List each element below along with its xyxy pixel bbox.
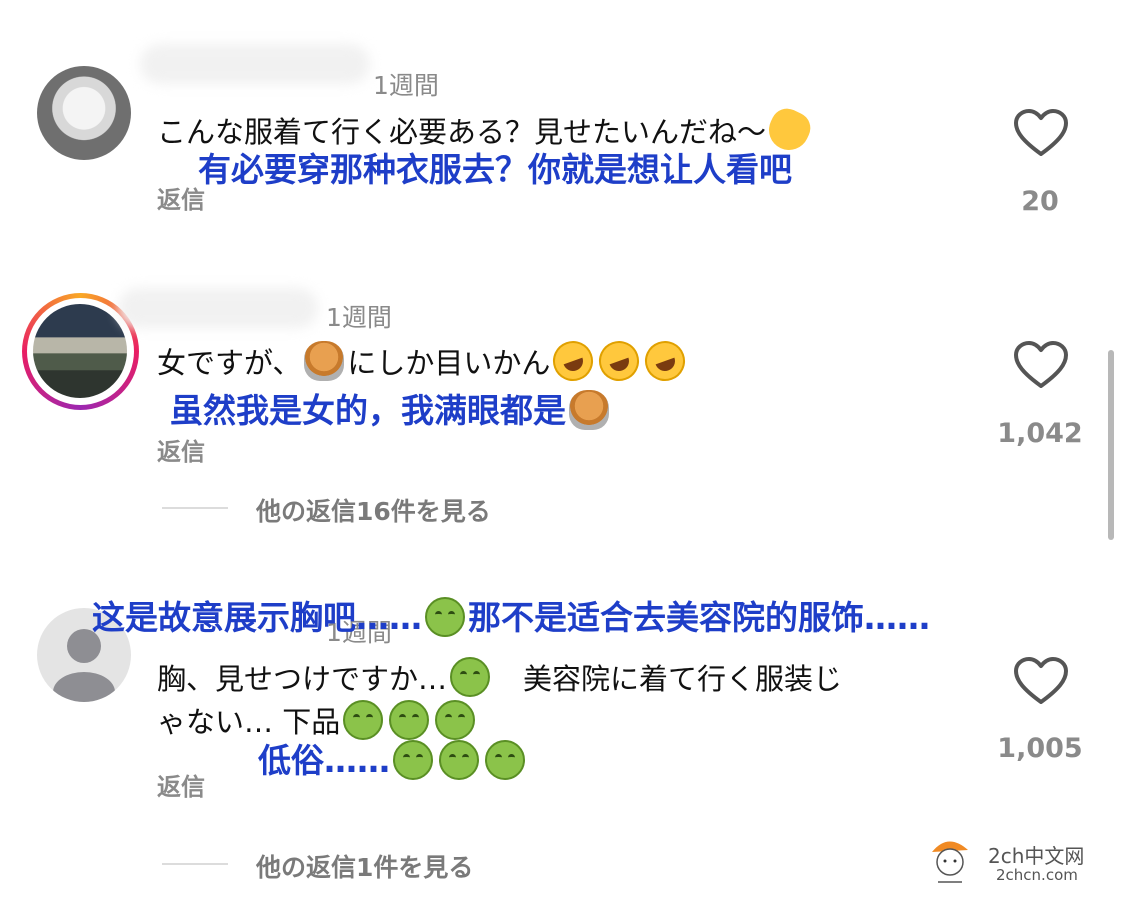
view-more-replies[interactable]: 他の返信16件を見る (256, 492, 491, 528)
like-count: 20 (1021, 186, 1059, 217)
like-heart-icon[interactable] (1013, 340, 1069, 390)
comment-translation-text: 虽然我是女的，我满眼都是 (170, 391, 566, 430)
comment-translation-bottom: 低俗…… (258, 740, 528, 782)
comment-text-line1-a: 胸、見せつけですか… (157, 662, 448, 696)
like-heart-icon[interactable] (1013, 108, 1069, 158)
pie-icon (304, 341, 345, 381)
commenter-name-blurred[interactable] (140, 44, 370, 84)
rofl-icon (593, 335, 646, 387)
translation-top-part1: 这是故意展示胸吧…… (92, 598, 422, 637)
reply-button[interactable]: 返信 (157, 767, 205, 802)
like-heart-icon[interactable] (1013, 656, 1069, 706)
nauseated-face-icon (425, 597, 465, 637)
comment-text-line1: 胸、見せつけですか… 美容院に着て行く服装じ (157, 657, 842, 700)
nauseated-face-icon (393, 740, 433, 780)
rofl-icon (547, 335, 600, 387)
reply-button[interactable]: 返信 (157, 432, 205, 467)
commenter-name-blurred[interactable] (118, 288, 318, 328)
translation-bottom-text: 低俗…… (258, 741, 390, 780)
comment-text: こんな服着て行く必要ある？見せたいんだね〜 (157, 103, 816, 157)
watermark-name: 2ch中文网 (988, 844, 1085, 868)
nauseated-face-icon (389, 700, 430, 740)
comment-text: 女ですが、 にしか目いかん (157, 335, 692, 387)
like-count: 1,042 (997, 418, 1083, 449)
comment-translation: 虽然我是女的，我满眼都是 (170, 390, 612, 432)
commenter-avatar[interactable] (33, 304, 127, 398)
watermark-url: 2chcn.com (996, 866, 1078, 884)
nauseated-face-icon (435, 700, 476, 740)
view-more-replies[interactable]: 他の返信1件を見る (256, 848, 473, 884)
comment-text-line1-b: 美容院に着て行く服装じ (523, 662, 843, 696)
nauseated-face-icon (343, 700, 384, 740)
pie-icon (569, 390, 609, 430)
comment-text-content: こんな服着て行く必要ある？見せたいんだね〜 (157, 115, 767, 149)
like-count: 1,005 (997, 733, 1083, 764)
comment-translation: 有必要穿那种衣服去？你就是想让人看吧 (198, 150, 792, 189)
rofl-icon (639, 335, 692, 387)
nauseated-face-icon (439, 740, 479, 780)
more-replies-divider (162, 863, 228, 865)
comment-timestamp: 1週間 (373, 71, 439, 100)
reply-button[interactable]: 返信 (157, 180, 205, 215)
comment-text-line2: ゃない… 下品 (157, 700, 478, 743)
comment-text-after: にしか目いかん (347, 346, 551, 380)
mascot-logo-icon (932, 841, 968, 883)
comment-text-line2-text: ゃない… 下品 (157, 705, 341, 739)
commenter-avatar[interactable] (37, 66, 131, 160)
comment-timestamp: 1週間 (326, 303, 392, 332)
translation-top-part2: 那不是适合去美容院的服饰…… (468, 598, 930, 637)
nauseated-face-icon (450, 657, 491, 697)
watermark-logo (928, 832, 972, 888)
comment-translation-top: 这是故意展示胸吧…… 那不是适合去美容院的服饰…… (92, 597, 930, 639)
more-replies-divider (162, 507, 228, 509)
nauseated-face-icon (485, 740, 525, 780)
comment-text-before: 女ですが、 (157, 346, 302, 380)
scrollbar[interactable] (1108, 350, 1114, 540)
